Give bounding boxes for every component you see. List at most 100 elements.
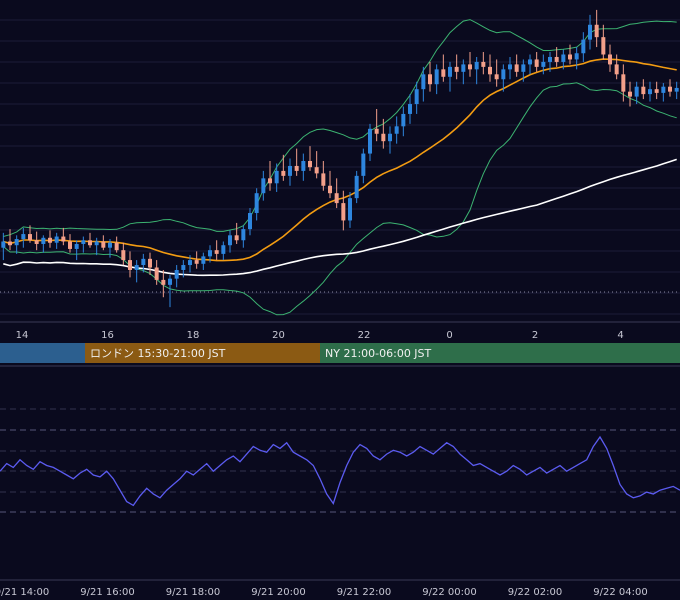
candle-body xyxy=(114,242,119,251)
candle-body xyxy=(608,54,612,65)
bottom-x-axis: 9/21 14:00 9/21 16:00 9/21 18:00 9/21 20:00… xyxy=(0,587,648,598)
candle-body xyxy=(288,165,292,176)
candle-body xyxy=(414,89,419,105)
candle-body xyxy=(674,87,679,92)
candle-body xyxy=(648,89,652,95)
candle-body xyxy=(28,234,32,241)
bottom-x-tick-label: 9/21 18:00 xyxy=(166,587,220,598)
candle-body xyxy=(88,240,92,246)
price-x-axis: 14 16 18 20 22 0 2 4 xyxy=(16,330,624,341)
candle-body xyxy=(241,229,246,241)
price-x-tick-label: 14 xyxy=(16,330,29,341)
bottom-x-tick-label: 9/22 04:00 xyxy=(593,587,647,598)
candle-body xyxy=(14,239,19,246)
candle-body xyxy=(554,56,559,62)
candle-body xyxy=(61,236,66,242)
candle-body xyxy=(394,126,399,134)
candle-body xyxy=(341,203,346,221)
price-x-tick-label: 16 xyxy=(101,330,114,341)
candle-body xyxy=(208,250,212,257)
candle-body xyxy=(248,213,252,230)
candle-body xyxy=(441,69,446,77)
candle-body xyxy=(161,279,166,285)
candle-body xyxy=(541,61,546,67)
oscillator-panel-grid xyxy=(0,365,680,581)
candle-body xyxy=(188,260,192,266)
candle-body xyxy=(601,37,606,55)
candle-body xyxy=(94,241,99,246)
candle-body xyxy=(654,89,659,93)
candle-body xyxy=(41,237,46,244)
bottom-x-tick-label: 9/21 16:00 xyxy=(80,587,134,598)
candle-body xyxy=(194,260,199,264)
bottom-x-tick-label: 9/21 22:00 xyxy=(337,587,391,598)
candle-body xyxy=(348,198,352,221)
candle-body xyxy=(574,53,579,60)
candle-body xyxy=(121,250,126,261)
candle-body xyxy=(514,64,519,72)
candle-body xyxy=(228,235,232,246)
candle-body xyxy=(374,128,379,134)
candle-body xyxy=(621,74,626,92)
candle-body xyxy=(668,86,672,92)
price-panel xyxy=(1,9,679,316)
bollinger-upper-line xyxy=(3,19,677,237)
candle-body xyxy=(128,260,132,270)
price-x-tick-label: 2 xyxy=(532,330,538,341)
candle-body xyxy=(661,86,666,93)
candle-body xyxy=(254,193,259,214)
candle-body xyxy=(641,86,646,95)
candle-body xyxy=(508,64,512,70)
candle-body xyxy=(568,54,572,60)
candle-body xyxy=(461,64,466,72)
candle-body xyxy=(474,61,479,70)
candle-body xyxy=(634,86,639,97)
candle-body xyxy=(201,256,206,264)
candle-body xyxy=(594,24,599,38)
candle-body xyxy=(281,170,286,176)
candle-body xyxy=(421,74,426,90)
candle-body xyxy=(361,153,366,176)
session-label: ロンドン 15:30-21:00 JST xyxy=(90,347,226,360)
candle-body xyxy=(181,265,186,270)
session-bar: ロンドン 15:30-21:00 JST NY 21:00-06:00 JST xyxy=(0,343,680,363)
candle-body xyxy=(308,161,312,168)
candle-body xyxy=(588,24,592,40)
bottom-x-tick-label: 9/22 00:00 xyxy=(422,587,476,598)
candle-body xyxy=(174,269,179,279)
candle-body xyxy=(48,237,52,243)
candle-body xyxy=(548,56,552,62)
candle-body xyxy=(614,64,619,75)
candle-body xyxy=(534,59,539,67)
candle-body xyxy=(501,69,506,80)
candle-body xyxy=(354,175,359,199)
price-x-tick-label: 0 xyxy=(446,330,452,341)
candle-body xyxy=(401,113,406,127)
candle-body xyxy=(628,91,632,97)
candle-body xyxy=(108,242,112,248)
candle-body xyxy=(294,165,299,171)
candle-body xyxy=(468,64,472,70)
candle-body xyxy=(141,258,146,266)
price-x-tick-label: 22 xyxy=(358,330,371,341)
candle-body xyxy=(328,185,332,194)
candle-body xyxy=(1,241,6,248)
candle-body xyxy=(34,240,39,244)
candle-body xyxy=(448,66,452,77)
bottom-x-tick-label: 9/22 02:00 xyxy=(508,587,562,598)
price-x-tick-label: 4 xyxy=(617,330,623,341)
candle-body xyxy=(54,236,59,243)
session-segment xyxy=(0,343,85,363)
chart-svg: 14 16 18 20 22 0 2 4 ロンドン 15:30-21:00 JST NY 21:… xyxy=(0,9,680,598)
candle-body xyxy=(21,234,26,240)
candle-body xyxy=(494,74,499,80)
candle-body xyxy=(381,133,386,142)
candle-body xyxy=(268,178,272,184)
candle-body xyxy=(481,61,486,67)
candle-body xyxy=(454,66,459,72)
candle-body xyxy=(561,54,566,62)
candle-body xyxy=(434,69,439,85)
price-x-tick-label: 18 xyxy=(187,330,200,341)
candle-body xyxy=(321,173,326,186)
bottom-x-tick-label: 9/21 20:00 xyxy=(251,587,305,598)
